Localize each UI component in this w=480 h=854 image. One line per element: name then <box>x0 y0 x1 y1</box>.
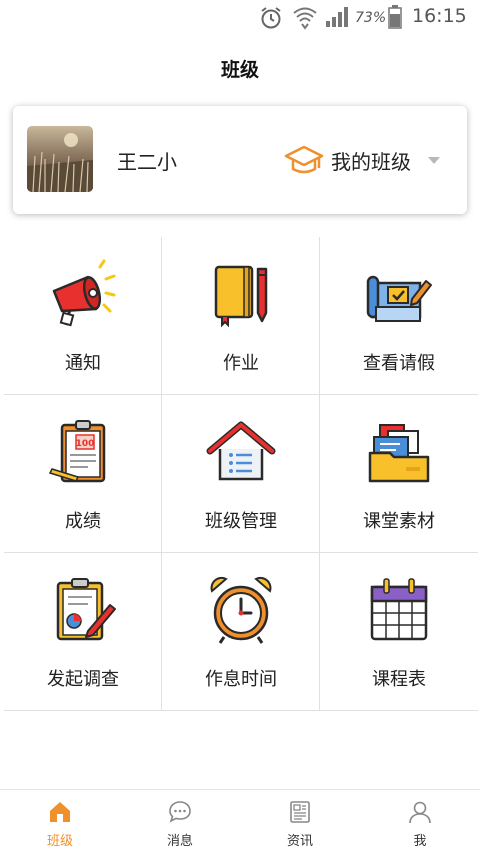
avatar-image <box>27 126 93 192</box>
grid-item-label: 课堂素材 <box>363 511 435 532</box>
calendar-icon <box>370 578 428 641</box>
newspaper-icon <box>290 801 310 823</box>
svg-text:100: 100 <box>76 439 95 449</box>
chevron-down-icon[interactable] <box>427 156 441 166</box>
user-name: 王二小 <box>117 150 177 174</box>
nav-item-label: 资讯 <box>286 834 313 849</box>
wifi-icon <box>293 7 317 30</box>
notebook-pen-icon <box>214 265 268 328</box>
survey-clipboard-icon <box>56 578 116 641</box>
alarm-status-icon <box>261 7 281 29</box>
grid-item-label: 查看请假 <box>363 353 435 374</box>
grid-item-label: 通知 <box>65 353 101 374</box>
grid-item-schedule-time[interactable]: 作息时间 <box>162 553 320 711</box>
graduation-cap-icon[interactable] <box>284 144 324 176</box>
nav-item-news[interactable]: 资讯 <box>240 790 360 854</box>
battery-icon <box>388 5 402 29</box>
house-icon <box>206 421 276 481</box>
battery-percent: 73% <box>355 10 387 26</box>
class-card: 王二小 我的班级 <box>13 106 467 214</box>
nav-item-messages[interactable]: 消息 <box>120 790 240 854</box>
nav-item-label: 我 <box>413 834 427 849</box>
signal-icon <box>326 7 348 27</box>
grid-item-view-leave[interactable]: 查看请假 <box>320 237 478 395</box>
grid-item-scores[interactable]: 100 成绩 <box>4 395 162 553</box>
grid-item-label: 课程表 <box>372 669 426 690</box>
clock: 16:15 <box>412 5 467 27</box>
chat-bubble-icon <box>169 801 191 823</box>
grid-item-label: 班级管理 <box>205 511 277 532</box>
grid-item-label: 作息时间 <box>205 669 277 690</box>
folder-icon <box>368 424 430 483</box>
avatar[interactable] <box>27 126 93 192</box>
my-class-selector[interactable]: 我的班级 <box>331 146 411 175</box>
grid-item-label: 发起调查 <box>47 669 119 690</box>
person-icon <box>409 801 431 824</box>
nav-item-label: 班级 <box>46 834 73 849</box>
page-title: 班级 <box>220 59 259 81</box>
alarm-clock-icon <box>210 576 272 644</box>
grid-item-class-management[interactable]: 班级管理 <box>162 395 320 553</box>
grid-item-notice[interactable]: 通知 <box>4 237 162 395</box>
grid-item-class-materials[interactable]: 课堂素材 <box>320 395 478 553</box>
nav-item-label: 消息 <box>166 834 193 849</box>
grid-item-homework[interactable]: 作业 <box>162 237 320 395</box>
nav-item-class[interactable]: 班级 <box>0 790 120 854</box>
grid-item-label: 作业 <box>223 353 259 374</box>
score-clipboard-icon: 100 <box>48 420 106 483</box>
nav-item-me[interactable]: 我 <box>360 790 480 854</box>
home-icon <box>50 802 70 822</box>
grid-item-label: 成绩 <box>65 511 101 532</box>
feature-grid: 通知 作业 查看请假 100 成绩 班级管理 课堂素材 发起调查 作息时间 课程… <box>4 237 478 711</box>
status-bar: 73% 16:15 <box>0 0 480 36</box>
grid-item-start-survey[interactable]: 发起调查 <box>4 553 162 711</box>
grid-item-timetable[interactable]: 课程表 <box>320 553 478 711</box>
blueprint-icon <box>366 275 432 322</box>
megaphone-icon <box>52 259 116 327</box>
bottom-nav: 班级 消息 资讯 我 <box>0 789 480 854</box>
